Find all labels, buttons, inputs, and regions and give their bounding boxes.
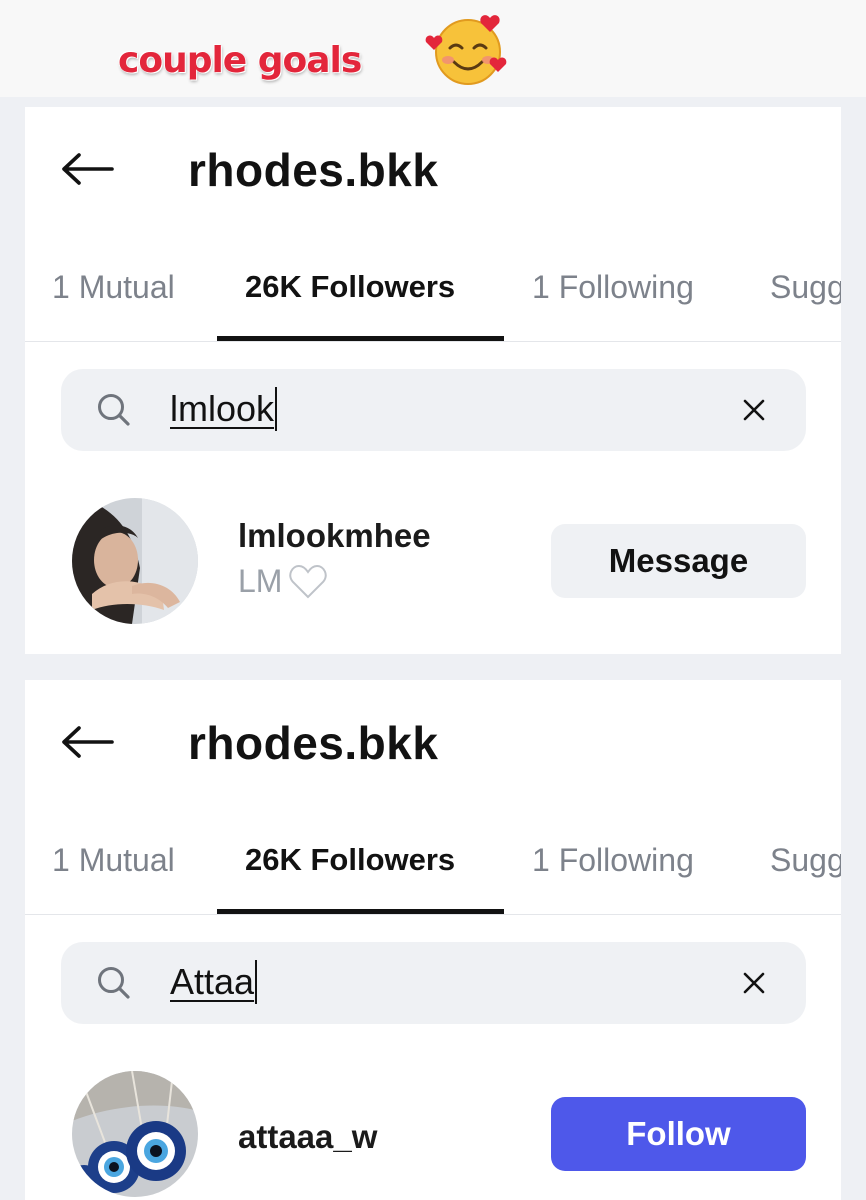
active-tab-indicator (217, 336, 504, 341)
back-arrow-icon (62, 153, 114, 185)
evil-eye-photo-icon (72, 1071, 198, 1197)
search-icon (98, 967, 130, 999)
tab-bar: 1 Mutual 26K Followers 1 Following Sugg (25, 257, 841, 342)
caption-bar: couple goals (0, 0, 866, 97)
search-field[interactable]: Attaa (61, 942, 806, 1024)
tab-followers[interactable]: 26K Followers (245, 842, 455, 878)
active-tab-indicator (217, 909, 504, 914)
tab-suggested[interactable]: Sugg (770, 269, 841, 306)
search-field[interactable]: lmlook (61, 369, 806, 451)
user-list-item[interactable]: lmlookmhee LM Message (25, 495, 841, 625)
tab-following[interactable]: 1 Following (532, 269, 694, 306)
clear-search-icon[interactable] (741, 970, 767, 996)
tab-mutual[interactable]: 1 Mutual (52, 269, 175, 306)
display-name: LM (238, 563, 328, 600)
display-name-text: LM (238, 563, 283, 599)
smiling-face-with-hearts-emoji-icon (425, 15, 507, 85)
back-arrow-icon (62, 726, 114, 758)
tab-mutual[interactable]: 1 Mutual (52, 842, 175, 879)
user-photo-icon (72, 498, 198, 624)
tab-followers[interactable]: 26K Followers (245, 269, 455, 305)
follow-button[interactable]: Follow (551, 1097, 806, 1171)
avatar[interactable] (72, 498, 198, 624)
avatar[interactable] (72, 1071, 198, 1197)
tab-bar: 1 Mutual 26K Followers 1 Following Sugg (25, 830, 841, 915)
tab-suggested[interactable]: Sugg (770, 842, 841, 879)
username[interactable]: lmlookmhee (238, 517, 431, 555)
page-title: rhodes.bkk (188, 144, 439, 196)
clear-search-icon[interactable] (741, 397, 767, 423)
search-input[interactable]: Attaa (170, 960, 258, 1004)
caption-text: couple goals (118, 40, 362, 81)
search-input[interactable]: lmlook (170, 387, 278, 431)
page-title: rhodes.bkk (188, 717, 439, 769)
white-heart-icon (289, 564, 328, 598)
profile-panel-1: rhodes.bkk 1 Mutual 26K Followers 1 Foll… (25, 107, 841, 654)
tab-following[interactable]: 1 Following (532, 842, 694, 879)
back-button[interactable] (60, 722, 116, 762)
username[interactable]: attaaa_w (238, 1118, 377, 1156)
search-icon (98, 394, 130, 426)
back-button[interactable] (60, 149, 116, 189)
profile-panel-2: rhodes.bkk 1 Mutual 26K Followers 1 Foll… (25, 680, 841, 1200)
message-button[interactable]: Message (551, 524, 806, 598)
user-list-item[interactable]: attaaa_w Follow (25, 1068, 841, 1198)
